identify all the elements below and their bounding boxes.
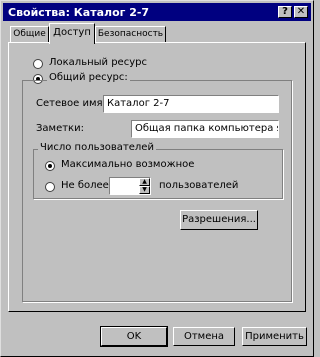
cancel-button[interactable]: Отмена (173, 327, 235, 346)
user-limit-group (33, 149, 283, 199)
limit-users-radio[interactable] (45, 182, 55, 192)
title-bar[interactable]: Свойства: Каталог 2-7 ? ✕ (3, 3, 311, 21)
close-button[interactable]: ✕ (294, 6, 308, 18)
limit-users-label[interactable]: Не более (61, 180, 109, 191)
shared-resource-label[interactable]: Общий ресурс: (47, 72, 130, 83)
users-suffix-label: пользователей (159, 180, 239, 191)
permissions-button[interactable]: Разрешения... (180, 210, 258, 230)
local-resource-label[interactable]: Локальный ресурс (49, 57, 147, 68)
sharing-panel: Локальный ресурс Общий ресурс: Сетевое и… (8, 42, 306, 312)
local-resource-radio[interactable] (33, 59, 43, 69)
spin-down-icon[interactable]: ▼ (139, 186, 150, 194)
max-users-label[interactable]: Максимально возможное (61, 159, 194, 170)
tab-general[interactable]: Общие (10, 26, 49, 43)
share-name-field[interactable]: Каталог 2-7 (103, 95, 279, 113)
user-limit-label: Число пользователей (38, 142, 156, 153)
max-users-radio[interactable] (45, 161, 55, 171)
properties-dialog: Свойства: Каталог 2-7 ? ✕ Общие Доступ Б… (0, 0, 314, 357)
help-button[interactable]: ? (278, 6, 292, 18)
tab-sharing[interactable]: Доступ (49, 23, 95, 44)
comment-field[interactable]: Общая папка компьютера student2-7 (131, 120, 279, 138)
apply-button[interactable]: Применить (242, 327, 307, 346)
window-title: Свойства: Каталог 2-7 (8, 6, 150, 19)
ok-button[interactable]: OK (100, 326, 168, 347)
spin-up-icon[interactable]: ▲ (139, 178, 150, 186)
comment-label: Заметки: (36, 123, 84, 134)
share-name-label: Сетевое имя: (36, 98, 106, 109)
tab-security[interactable]: Безопасность (95, 26, 166, 43)
